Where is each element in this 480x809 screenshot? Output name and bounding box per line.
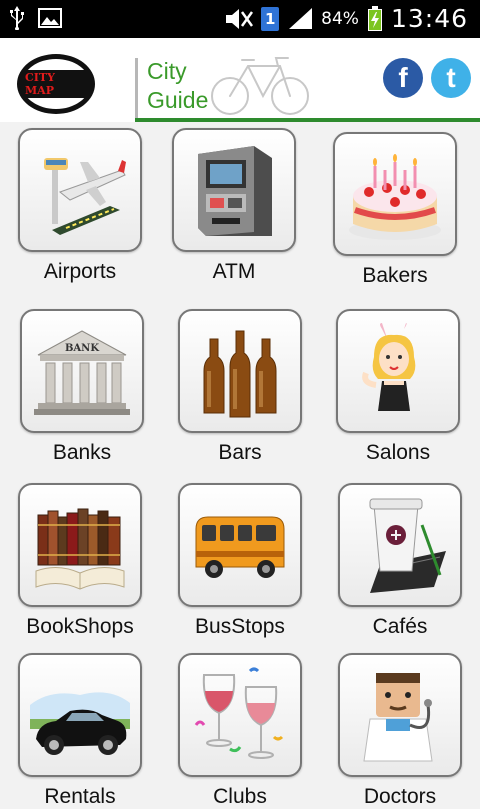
header-divider [135,58,138,120]
app-title-line1: City [147,58,187,84]
category-label-cafes: Cafés [372,615,428,638]
app-title-line2: Guide [147,87,209,113]
category-label-doctors: Doctors [363,785,437,808]
category-label-bookshops: BookShops [26,615,134,638]
category-label-airports: Airports [43,260,117,283]
bicycle-icon [209,55,311,117]
category-tile-rentals[interactable] [18,653,142,777]
books-icon [35,508,125,590]
city-map-logo: CITY MAP [17,54,95,114]
category-tile-banks[interactable]: BANK [20,309,144,433]
category-label-bakers: Bakers [362,264,428,287]
twitter-button[interactable]: t [431,58,471,98]
category-tile-airports[interactable] [18,128,142,252]
category-label-busstops: BusStops [195,615,285,638]
category-tile-bookshops[interactable] [18,483,142,607]
salon-girl-icon [362,323,416,411]
category-tile-bakers[interactable] [333,132,457,256]
usb-icon [10,6,24,30]
signal-icon [289,7,313,29]
category-label-banks: Banks [52,441,112,464]
bank-icon: BANK [34,330,130,415]
category-tile-bars[interactable] [178,309,302,433]
category-tile-cafes[interactable] [338,483,462,607]
battery-percent: 84% [321,8,359,29]
category-label-atm: ATM [212,260,256,283]
airport-icon [44,158,126,235]
bus-icon [195,516,285,578]
svg-text:BANK: BANK [65,343,99,354]
atm-icon [198,146,272,236]
wine-glasses-icon [194,667,284,759]
facebook-button[interactable]: f [383,58,423,98]
category-grid: Airports ATM Bakers BANK Banks Bars Salo… [0,122,480,808]
car-icon [30,692,130,755]
category-label-bars: Bars [218,441,262,464]
category-tile-clubs[interactable] [178,653,302,777]
category-tile-salons[interactable] [336,309,460,433]
category-tile-busstops[interactable] [178,483,302,607]
beer-bottles-icon [203,330,277,418]
cake-icon [349,154,441,240]
app-header: CITY MAP City Guide f t [0,38,480,122]
category-label-salons: Salons [365,441,431,464]
status-bar: 1 84% 13:46 [0,0,480,38]
logo-text: CITY MAP [22,70,90,98]
mute-icon [226,8,254,29]
battery-icon [367,5,382,31]
doctor-icon [363,673,433,762]
clock: 13:46 [390,4,468,33]
category-tile-doctors[interactable] [338,653,462,777]
coffee-cup-icon [369,498,446,593]
category-label-clubs: Clubs [213,785,267,808]
image-icon [38,8,62,28]
app-title: City Guide [147,57,208,115]
category-label-rentals: Rentals [44,785,116,808]
sim-icon: 1 [261,6,280,31]
category-tile-atm[interactable] [172,128,296,252]
